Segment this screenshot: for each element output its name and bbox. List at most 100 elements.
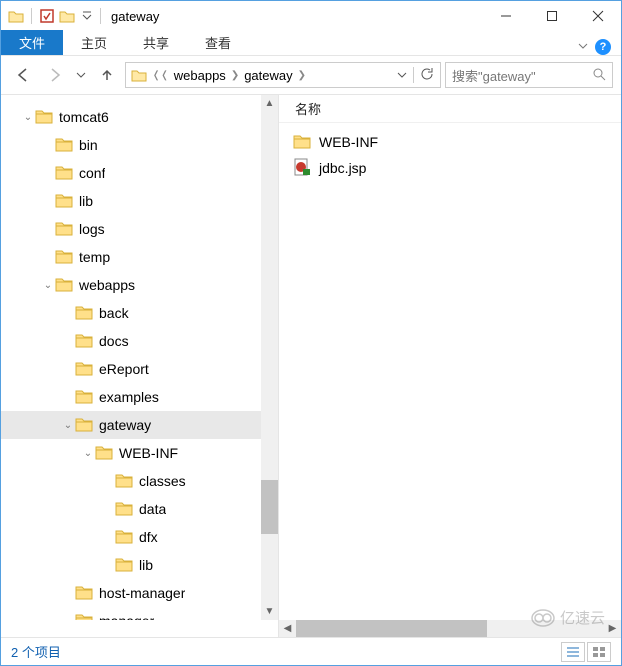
search-input[interactable]: 搜索"gateway" <box>445 62 613 88</box>
tree-node[interactable]: eReport <box>1 355 278 383</box>
search-placeholder: 搜索"gateway" <box>452 66 536 85</box>
titlebar: gateway <box>1 1 621 31</box>
hscroll-row: ◀ ▶ <box>1 620 621 637</box>
quick-access-toolbar <box>7 5 96 27</box>
scroll-thumb[interactable] <box>296 620 487 637</box>
tree-node[interactable]: conf <box>1 159 278 187</box>
tree-scrollbar[interactable]: ▲ ▼ <box>261 95 278 620</box>
tree-node[interactable]: docs <box>1 327 278 355</box>
breadcrumb[interactable]: webapps <box>171 68 229 83</box>
new-folder-icon[interactable] <box>58 5 76 27</box>
folder-icon <box>55 192 73 210</box>
folder-icon <box>75 360 93 378</box>
details-view-button[interactable] <box>561 642 585 662</box>
file-row[interactable]: jdbc.jsp <box>293 155 621 181</box>
recent-locations-button[interactable] <box>73 62 89 88</box>
navigation-tree: ⌄tomcat6binconfliblogstemp⌄webappsbackdo… <box>1 95 279 620</box>
window-controls <box>483 1 621 31</box>
address-dropdown-icon[interactable] <box>397 68 407 83</box>
content-pane: 名称 WEB-INF jdbc.jsp <box>279 95 621 620</box>
tree-node[interactable]: ⌄gateway <box>1 411 278 439</box>
scroll-up-icon[interactable]: ▲ <box>261 95 278 112</box>
folder-icon <box>55 164 73 182</box>
folder-icon <box>55 276 73 294</box>
twisty-icon[interactable]: ⌄ <box>81 448 95 459</box>
ribbon-tabs: 文件 主页 共享 查看 ? <box>1 31 621 56</box>
tree-node[interactable]: manager <box>1 607 278 620</box>
tree-node-label: dfx <box>139 529 158 545</box>
status-bar: 2 个项目 <box>1 637 621 665</box>
navigation-bar: ❬❬ webapps ❯ gateway ❯ 搜索"gateway" <box>1 56 621 94</box>
folder-icon <box>75 612 93 620</box>
folder-icon <box>75 388 93 406</box>
tree-node[interactable]: bin <box>1 131 278 159</box>
folder-icon <box>95 444 113 462</box>
tree-node-label: temp <box>79 249 110 265</box>
folder-icon <box>75 584 93 602</box>
tab-home[interactable]: 主页 <box>63 30 125 55</box>
scroll-left-icon[interactable]: ◀ <box>279 620 296 637</box>
refresh-icon[interactable] <box>420 67 434 84</box>
ribbon-expand-icon[interactable] <box>577 40 589 55</box>
address-bar[interactable]: ❬❬ webapps ❯ gateway ❯ <box>125 62 441 88</box>
window-title: gateway <box>111 9 159 24</box>
properties-icon[interactable] <box>38 5 56 27</box>
tree-node-label: back <box>99 305 129 321</box>
scroll-down-icon[interactable]: ▼ <box>261 603 278 620</box>
tree-node[interactable]: host-manager <box>1 579 278 607</box>
tree-node[interactable]: back <box>1 299 278 327</box>
tab-view[interactable]: 查看 <box>187 30 249 55</box>
jsp-file-icon <box>293 158 311 179</box>
twisty-icon[interactable]: ⌄ <box>21 112 35 123</box>
tree-node[interactable]: ⌄ webapps <box>1 271 278 299</box>
tree-node[interactable]: dfx <box>1 523 278 551</box>
file-name: WEB-INF <box>319 134 378 150</box>
scroll-thumb[interactable] <box>261 480 278 534</box>
minimize-button[interactable] <box>483 1 529 31</box>
crumb-separator-icon[interactable]: ❬❬ <box>150 70 171 81</box>
tree-node-label: lib <box>139 557 153 573</box>
tree-node[interactable]: ⌄WEB-INF <box>1 439 278 467</box>
chevron-right-icon[interactable]: ❯ <box>296 70 308 81</box>
icons-view-button[interactable] <box>587 642 611 662</box>
scroll-right-icon[interactable]: ▶ <box>604 620 621 637</box>
qat-customize-icon[interactable] <box>78 5 96 27</box>
tree-node-label: classes <box>139 473 186 489</box>
tree-node[interactable]: data <box>1 495 278 523</box>
close-button[interactable] <box>575 1 621 31</box>
tree-node[interactable]: lib <box>1 551 278 579</box>
maximize-button[interactable] <box>529 1 575 31</box>
tree-node-label: webapps <box>79 277 135 293</box>
tree-node[interactable]: logs <box>1 215 278 243</box>
twisty-icon[interactable]: ⌄ <box>41 280 55 291</box>
help-icon[interactable]: ? <box>595 39 611 55</box>
tree-node[interactable]: examples <box>1 383 278 411</box>
tree-node[interactable]: classes <box>1 467 278 495</box>
folder-icon <box>115 472 133 490</box>
twisty-icon[interactable]: ⌄ <box>61 420 75 431</box>
content-hscrollbar[interactable]: ◀ ▶ <box>279 620 621 637</box>
separator <box>100 8 101 24</box>
folder-icon <box>115 528 133 546</box>
tab-file[interactable]: 文件 <box>1 30 63 55</box>
tree-node[interactable]: temp <box>1 243 278 271</box>
forward-button[interactable] <box>41 62 69 88</box>
chevron-right-icon[interactable]: ❯ <box>229 70 241 81</box>
folder-icon <box>128 64 150 86</box>
tree-node-label: examples <box>99 389 159 405</box>
search-icon <box>592 67 606 84</box>
up-button[interactable] <box>93 62 121 88</box>
tree-node[interactable]: lib <box>1 187 278 215</box>
tree-node[interactable]: ⌄ tomcat6 <box>1 103 278 131</box>
breadcrumb[interactable]: gateway <box>241 68 295 83</box>
tree-node-label: host-manager <box>99 585 185 601</box>
file-row[interactable]: WEB-INF <box>293 129 621 155</box>
folder-icon <box>115 556 133 574</box>
tab-share[interactable]: 共享 <box>125 30 187 55</box>
folder-icon <box>55 248 73 266</box>
back-button[interactable] <box>9 62 37 88</box>
tree-node-label: tomcat6 <box>59 109 109 125</box>
column-header-name[interactable]: 名称 <box>279 95 621 123</box>
tree-node-label: bin <box>79 137 98 153</box>
body: ⌄tomcat6binconfliblogstemp⌄webappsbackdo… <box>1 94 621 620</box>
